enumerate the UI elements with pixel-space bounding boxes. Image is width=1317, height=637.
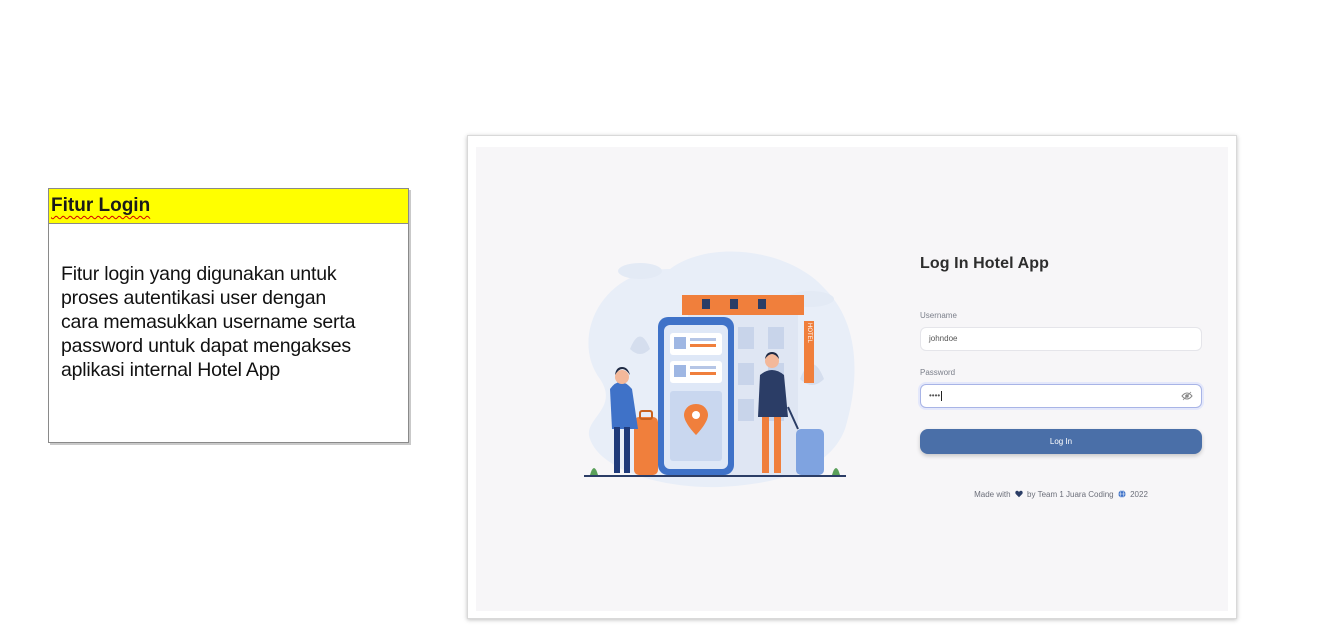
note-line: Fitur login yang digunakan untuk <box>61 263 337 285</box>
text-caret <box>941 390 943 401</box>
login-title: Log In Hotel App <box>920 255 1049 272</box>
username-input[interactable]: johndoe <box>920 327 1202 351</box>
note-line: cara memasukkan username serta <box>61 311 356 333</box>
heart-icon <box>1015 490 1023 498</box>
note-line: proses autentikasi user dengan <box>61 287 327 309</box>
password-input[interactable]: •••• <box>920 384 1202 408</box>
note-line: password untuk dapat mengakses <box>61 335 351 357</box>
eye-icon[interactable] <box>1181 391 1193 401</box>
username-label: Username <box>920 311 957 320</box>
footer-pre: Made with <box>974 490 1011 499</box>
note-line: aplikasi internal Hotel App <box>61 359 280 381</box>
hotel-illustration: HOTEL <box>584 251 855 488</box>
note-body: Fitur login yang digunakan untuk proses … <box>49 224 408 382</box>
login-button[interactable]: Log In <box>920 429 1202 454</box>
feature-note: Fitur Login Fitur login yang digunakan u… <box>48 188 409 443</box>
hotel-sign-text: HOTEL <box>806 323 812 344</box>
footer: Made with by Team 1 Juara Coding 2022 <box>920 490 1202 499</box>
note-title: Fitur Login <box>49 189 408 224</box>
globe-icon <box>1118 490 1126 498</box>
footer-team: by Team 1 Juara Coding <box>1027 490 1114 499</box>
login-page: HOTEL Log In Hotel App Username johndoe … <box>476 147 1228 611</box>
username-value: johndoe <box>929 334 958 343</box>
password-label: Password <box>920 368 956 377</box>
login-screenshot: HOTEL Log In Hotel App Username johndoe … <box>467 135 1237 619</box>
footer-year: 2022 <box>1130 490 1148 499</box>
password-value: •••• <box>929 391 941 400</box>
